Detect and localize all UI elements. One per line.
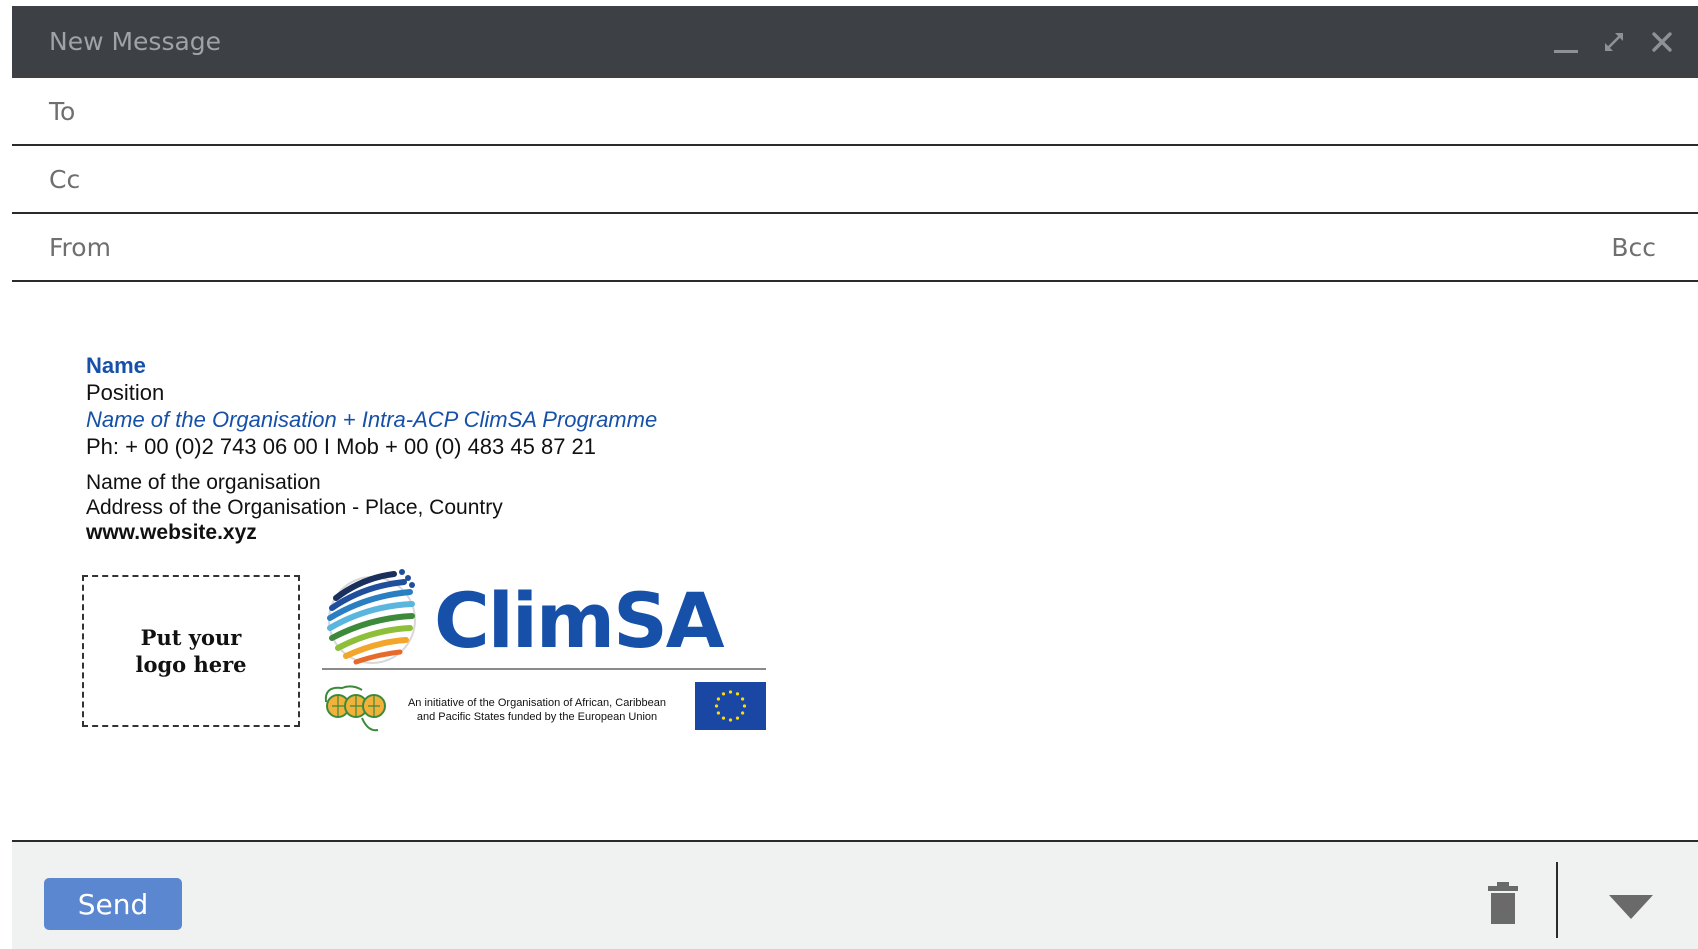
acp-logo-icon <box>324 685 386 732</box>
signature-name: Name <box>86 353 146 378</box>
close-icon[interactable] <box>1648 28 1676 56</box>
from-label: From <box>49 233 111 262</box>
from-input[interactable] <box>152 228 1568 268</box>
logo-placeholder-line1: Put your <box>140 625 242 650</box>
title-bar: New Message <box>12 6 1698 78</box>
from-row: From Bcc <box>12 214 1698 282</box>
email-signature: Name Position Name of the Organisation +… <box>86 352 657 545</box>
cc-input[interactable] <box>152 160 1568 200</box>
logo-placeholder: Put your logo here <box>82 575 300 727</box>
window-title: New Message <box>49 27 222 56</box>
climsa-branding: ClimSA An initiative of the Organisation… <box>322 568 766 738</box>
signature-organisation-programme: Name of the Organisation + Intra-ACP Cli… <box>86 407 658 432</box>
branding-divider <box>322 668 766 670</box>
compose-footer: Send <box>12 840 1698 949</box>
dropdown-arrow-icon[interactable] <box>1609 895 1653 921</box>
climsa-wordmark: ClimSA <box>434 576 725 665</box>
initiative-text: An initiative of the Organisation of Afr… <box>402 696 672 724</box>
bcc-link[interactable]: Bcc <box>1611 214 1656 282</box>
send-button[interactable]: Send <box>44 878 182 930</box>
message-body[interactable]: Name Position Name of the Organisation +… <box>12 290 1698 840</box>
eu-flag-icon <box>695 682 766 730</box>
window-controls <box>1552 6 1676 78</box>
signature-website[interactable]: www.website.xyz <box>86 520 657 545</box>
initiative-line1: An initiative of the Organisation of Afr… <box>407 697 667 709</box>
cc-row: Cc <box>12 146 1698 214</box>
climsa-globe-icon <box>327 569 416 665</box>
to-label: To <box>49 97 76 126</box>
footer-divider <box>1556 862 1558 938</box>
initiative-line2: and Pacific States funded by the Europea… <box>416 711 658 723</box>
expand-icon[interactable] <box>1600 28 1628 56</box>
to-input[interactable] <box>152 92 1568 132</box>
signature-phone: Ph: + 00 (0)2 743 06 00 I Mob + 00 (0) 4… <box>86 434 597 459</box>
signature-position: Position <box>86 380 165 405</box>
minimize-icon[interactable] <box>1552 28 1580 56</box>
trash-icon[interactable] <box>1486 882 1520 924</box>
signature-org-name: Name of the organisation <box>86 471 321 494</box>
cc-label: Cc <box>49 165 81 194</box>
signature-address: Address of the Organisation - Place, Cou… <box>86 496 503 519</box>
logo-placeholder-line2: logo here <box>135 652 247 677</box>
to-row: To <box>12 78 1698 146</box>
compose-window: New Message To Cc From Bcc Name Position… <box>12 6 1698 949</box>
